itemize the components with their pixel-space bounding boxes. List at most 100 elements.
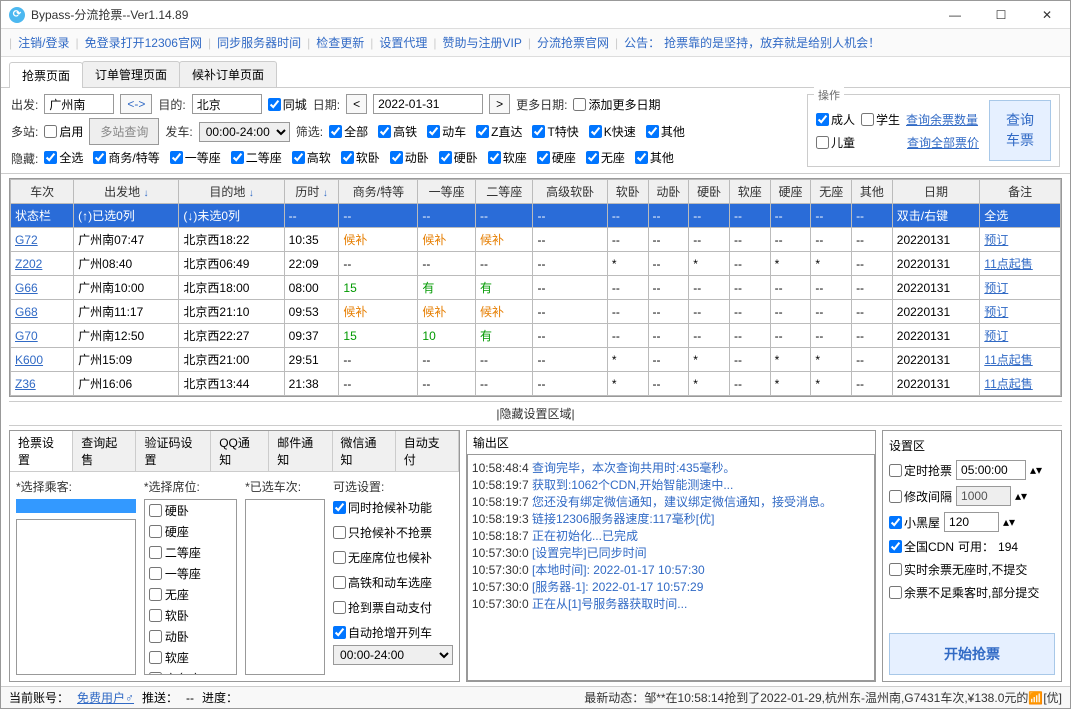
note-cell[interactable]: 预订	[980, 324, 1061, 348]
hide-3[interactable]: 二等座	[231, 149, 282, 166]
filter-0[interactable]: 全部	[329, 123, 368, 140]
btab-2[interactable]: 验证码设置	[136, 431, 211, 471]
hide-2[interactable]: 一等座	[170, 149, 221, 166]
col-4[interactable]: 商务/特等	[339, 180, 418, 204]
toolbar-open12306[interactable]: 免登录打开12306官网	[85, 34, 202, 51]
filter-2[interactable]: 动车	[427, 123, 466, 140]
col-7[interactable]: 高级软卧	[533, 180, 607, 204]
tab-waitlist[interactable]: 候补订单页面	[179, 61, 277, 87]
hide-10[interactable]: 无座	[586, 149, 625, 166]
train-cell[interactable]: K600	[11, 348, 74, 372]
table-row[interactable]: K600广州15:09北京西21:0029:51--------*--*--**…	[11, 348, 1061, 372]
note-cell[interactable]: 11点起售	[980, 372, 1061, 396]
table-row[interactable]: G70广州南12:50北京西22:2709:371510有-----------…	[11, 324, 1061, 348]
hide-9[interactable]: 硬座	[537, 149, 576, 166]
btab-0[interactable]: 抢票设置	[10, 431, 73, 471]
spin-icon[interactable]: ▴▾	[1015, 489, 1027, 503]
col-9[interactable]: 动卧	[648, 180, 689, 204]
hide-settings-bar[interactable]: |隐藏设置区域|	[9, 401, 1062, 426]
seat-item[interactable]: 动卧	[145, 626, 236, 647]
train-cell[interactable]: G72	[11, 228, 74, 252]
addmoredate-check[interactable]: 添加更多日期	[573, 96, 660, 113]
toolbar-checkupdate[interactable]: 检查更新	[316, 34, 364, 51]
table-row[interactable]: G68广州南11:17北京西21:1009:53候补候补候补----------…	[11, 300, 1061, 324]
blackroom-input[interactable]	[944, 512, 999, 532]
table-row[interactable]: Z202广州08:40北京西06:4922:09--------*--*--**…	[11, 252, 1061, 276]
child-check[interactable]: 儿童	[816, 134, 855, 151]
col-13[interactable]: 无座	[811, 180, 852, 204]
swap-button[interactable]: <->	[120, 94, 152, 114]
table-row[interactable]: Z36广州16:06北京西13:4421:38--------*--*--**-…	[11, 372, 1061, 396]
train-cell[interactable]: 状态栏	[11, 204, 74, 228]
seat-item[interactable]: 商务座	[145, 668, 236, 675]
minimize-button[interactable]: —	[940, 8, 970, 22]
seat-list[interactable]: 硬卧硬座二等座一等座无座软卧动卧软座商务座特等座	[144, 499, 237, 675]
hide-4[interactable]: 高软	[292, 149, 331, 166]
close-button[interactable]: ✕	[1032, 8, 1062, 22]
seat-item[interactable]: 软座	[145, 647, 236, 668]
col-16[interactable]: 备注	[980, 180, 1061, 204]
btab-6[interactable]: 自动支付	[396, 431, 459, 471]
depart-select[interactable]: 00:00-24:00	[199, 122, 290, 142]
toolbar-site[interactable]: 分流抢票官网	[537, 34, 609, 51]
seat-item[interactable]: 一等座	[145, 563, 236, 584]
hide-7[interactable]: 硬卧	[439, 149, 478, 166]
filter-5[interactable]: K快速	[589, 123, 636, 140]
col-0[interactable]: 车次	[11, 180, 74, 204]
spin-icon[interactable]: ▴▾	[1030, 463, 1042, 477]
maximize-button[interactable]: ☐	[986, 8, 1016, 22]
passenger-listbox[interactable]	[16, 519, 136, 675]
timed-check[interactable]: 定时抢票	[889, 462, 952, 479]
col-1[interactable]: 出发地 ↓	[74, 180, 179, 204]
note-cell[interactable]: 全选	[980, 204, 1061, 228]
multiquery-button[interactable]: 多站查询	[89, 118, 159, 145]
blackroom-check[interactable]: 小黑屋	[889, 514, 940, 531]
query-button[interactable]: 查询 车票	[989, 100, 1051, 161]
opt-2[interactable]: 无座席位也候补	[333, 549, 453, 566]
col-11[interactable]: 软座	[729, 180, 770, 204]
cdn-check[interactable]: 全国CDN	[889, 538, 954, 555]
passenger-list[interactable]	[16, 499, 136, 513]
train-cell[interactable]: G68	[11, 300, 74, 324]
samecity-check[interactable]: 同城	[268, 96, 307, 113]
col-3[interactable]: 历时 ↓	[284, 180, 339, 204]
note-cell[interactable]: 预订	[980, 228, 1061, 252]
col-8[interactable]: 软卧	[607, 180, 648, 204]
note-cell[interactable]: 11点起售	[980, 252, 1061, 276]
train-cell[interactable]: G70	[11, 324, 74, 348]
date-input[interactable]	[373, 94, 483, 114]
opt-time-select[interactable]: 00:00-24:00	[333, 645, 453, 665]
interval-check[interactable]: 修改间隔	[889, 488, 952, 505]
hide-8[interactable]: 软座	[488, 149, 527, 166]
col-6[interactable]: 二等座	[475, 180, 533, 204]
toolbar-proxy[interactable]: 设置代理	[379, 34, 427, 51]
table-row[interactable]: G66广州南10:00北京西18:0008:0015有有------------…	[11, 276, 1061, 300]
filter-1[interactable]: 高铁	[378, 123, 417, 140]
seat-item[interactable]: 软卧	[145, 605, 236, 626]
seat-item[interactable]: 二等座	[145, 542, 236, 563]
to-input[interactable]	[192, 94, 262, 114]
train-cell[interactable]: Z202	[11, 252, 74, 276]
hide-5[interactable]: 软卧	[341, 149, 380, 166]
note-cell[interactable]: 预订	[980, 300, 1061, 324]
btab-4[interactable]: 邮件通知	[269, 431, 332, 471]
col-5[interactable]: 一等座	[418, 180, 476, 204]
btab-5[interactable]: 微信通知	[333, 431, 396, 471]
enable-check[interactable]: 启用	[44, 123, 83, 140]
opt-4[interactable]: 抢到票自动支付	[333, 599, 453, 616]
seat-item[interactable]: 硬座	[145, 521, 236, 542]
partial-check[interactable]: 余票不足乘客时,部分提交	[889, 584, 1039, 601]
tab-grab[interactable]: 抢票页面	[9, 62, 83, 88]
btab-3[interactable]: QQ通知	[211, 431, 269, 471]
timed-input[interactable]	[956, 460, 1026, 480]
train-list[interactable]	[245, 499, 325, 675]
hide-6[interactable]: 动卧	[390, 149, 429, 166]
table-row[interactable]: G72广州南07:47北京西18:2210:35候补候补候补----------…	[11, 228, 1061, 252]
btab-1[interactable]: 查询起售	[73, 431, 136, 471]
from-input[interactable]	[44, 94, 114, 114]
toolbar-synctime[interactable]: 同步服务器时间	[217, 34, 301, 51]
seat-item[interactable]: 硬卧	[145, 500, 236, 521]
toolbar-vip[interactable]: 赞助与注册VIP	[443, 34, 522, 51]
opt-5[interactable]: 自动抢增开列车	[333, 624, 453, 641]
col-10[interactable]: 硬卧	[689, 180, 730, 204]
